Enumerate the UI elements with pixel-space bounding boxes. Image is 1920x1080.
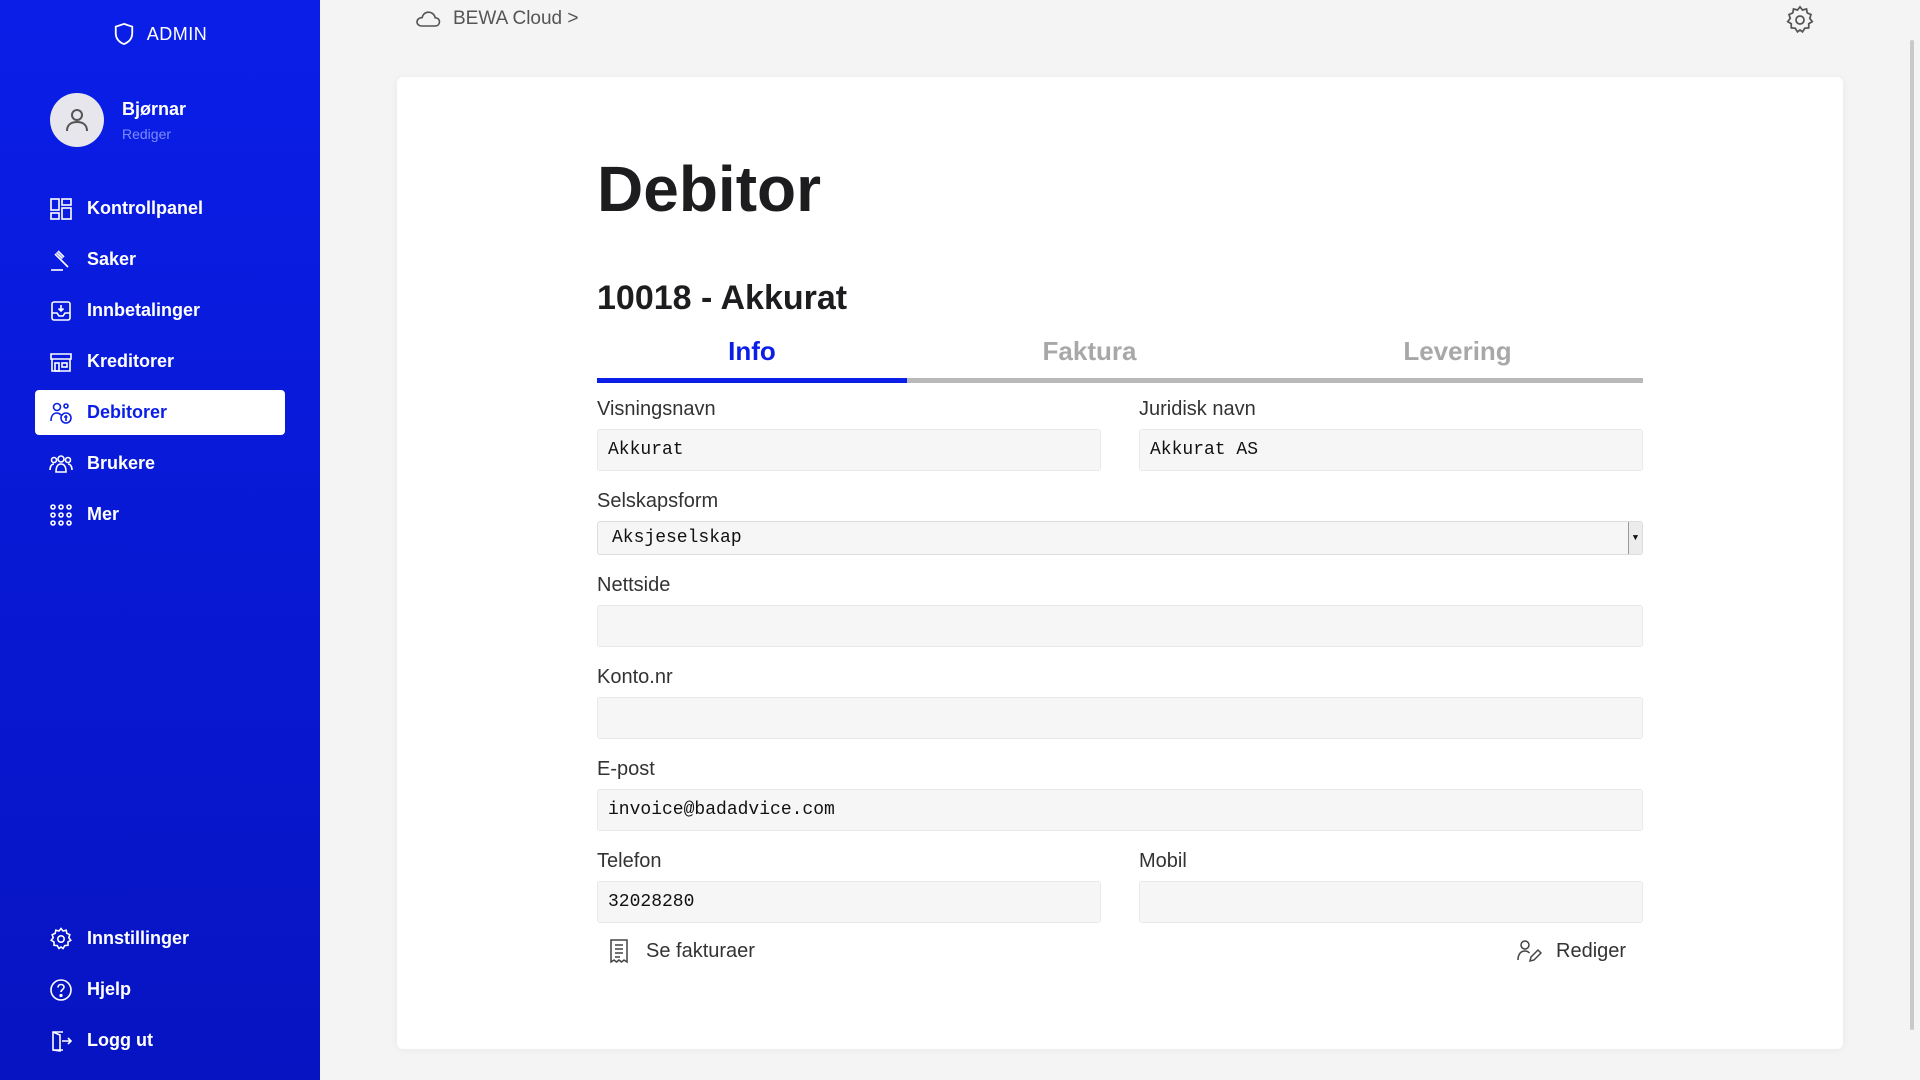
juridisk-navn-field[interactable]: Akkurat AS xyxy=(1139,429,1643,471)
page-title: Debitor xyxy=(597,153,821,225)
sidebar-item-debitorer[interactable]: Debitorer xyxy=(35,390,285,435)
shield-icon xyxy=(114,22,133,46)
tab-levering[interactable]: Levering xyxy=(1272,336,1643,367)
edit-profile-link[interactable]: Rediger xyxy=(122,126,186,142)
selskapsform-label: Selskapsform xyxy=(597,490,719,512)
visningsnavn-label: Visningsnavn xyxy=(597,398,716,420)
sidebar-item-innstillinger[interactable]: Innstillinger xyxy=(35,916,285,961)
debtor-icon xyxy=(50,402,72,424)
sidebar-item-saker[interactable]: Saker xyxy=(35,237,285,282)
sidebar-item-label: Innstillinger xyxy=(87,928,190,948)
mobil-label: Mobil xyxy=(1139,850,1187,872)
telefon-field[interactable]: 32028280 xyxy=(597,881,1101,923)
tab-faktura[interactable]: Faktura xyxy=(907,336,1272,367)
dashboard-icon xyxy=(50,197,72,220)
sidebar-item-label: Debitorer xyxy=(87,402,168,422)
sidebar-item-label: Mer xyxy=(87,504,120,524)
edit-label: Rediger xyxy=(1556,939,1627,962)
selskapsform-select[interactable]: Aksjeselskap ▼ xyxy=(597,521,1643,555)
epost-field[interactable]: invoice@badadvice.com xyxy=(597,789,1643,831)
gear-icon xyxy=(50,926,72,950)
edit-user-icon xyxy=(1517,940,1542,963)
breadcrumb-text[interactable]: BEWA Cloud > xyxy=(453,8,579,30)
selskapsform-value: Aksjeselskap xyxy=(612,528,742,548)
receipt-icon xyxy=(610,939,628,964)
mobil-field[interactable] xyxy=(1139,881,1643,923)
sidebar-item-kreditorer[interactable]: Kreditorer xyxy=(35,339,285,384)
user-profile[interactable]: Bjørnar Rediger xyxy=(50,93,186,147)
logout-icon xyxy=(52,1030,73,1052)
store-icon xyxy=(50,352,72,372)
users-icon xyxy=(49,454,73,473)
sidebar-item-label: Innbetalinger xyxy=(87,300,201,320)
sidebar-item-kontrollpanel[interactable]: Kontrollpanel xyxy=(35,186,285,231)
brand: ADMIN xyxy=(0,22,320,46)
epost-label: E-post xyxy=(597,758,655,780)
user-icon xyxy=(66,109,88,132)
sidebar-bottom-nav: Innstillinger Hjelp Logg ut xyxy=(35,916,285,1069)
sidebar-item-label: Brukere xyxy=(87,453,156,473)
sidebar-item-label: Kontrollpanel xyxy=(87,198,203,218)
tab-bar: Info Faktura Levering xyxy=(597,336,1643,384)
help-icon xyxy=(50,978,72,1001)
sidebar-item-label: Kreditorer xyxy=(87,351,175,371)
brand-label: ADMIN xyxy=(146,23,208,44)
sidebar-item-brukere[interactable]: Brukere xyxy=(35,441,285,486)
sidebar-item-label: Hjelp xyxy=(87,979,132,999)
avatar[interactable] xyxy=(50,93,104,147)
nettside-label: Nettside xyxy=(597,574,671,596)
edit-button[interactable]: Rediger xyxy=(1516,938,1626,964)
settings-gear-icon[interactable] xyxy=(1785,5,1815,35)
chevron-down-icon[interactable]: ▼ xyxy=(1628,522,1642,554)
sidebar-item-hjelp[interactable]: Hjelp xyxy=(35,967,285,1012)
juridisk-navn-label: Juridisk navn xyxy=(1139,398,1256,420)
konto-nr-field[interactable] xyxy=(597,697,1643,739)
sidebar-item-label: Logg ut xyxy=(87,1030,153,1050)
sidebar-nav: Kontrollpanel Saker Innbetalinger Kredit… xyxy=(35,186,285,543)
konto-nr-label: Konto.nr xyxy=(597,666,673,688)
debtor-title: 10018 - Akkurat xyxy=(597,279,848,317)
sidebar-item-logg-ut[interactable]: Logg ut xyxy=(35,1018,285,1063)
telefon-label: Telefon xyxy=(597,850,662,872)
visningsnavn-field[interactable]: Akkurat xyxy=(597,429,1101,471)
cloud-icon xyxy=(416,11,441,27)
see-invoices-button[interactable]: Se fakturaer xyxy=(606,938,755,964)
breadcrumb[interactable]: BEWA Cloud > xyxy=(415,8,579,30)
sidebar-item-label: Saker xyxy=(87,249,137,269)
sidebar: ADMIN Bjørnar Rediger Kontrollpanel Sake… xyxy=(0,0,320,1080)
user-name: Bjørnar xyxy=(122,98,187,119)
scrollbar[interactable] xyxy=(1910,40,1914,1030)
payment-icon xyxy=(51,300,71,321)
gavel-icon xyxy=(51,249,69,271)
sidebar-item-mer[interactable]: Mer xyxy=(35,492,285,537)
tab-active-indicator xyxy=(597,378,907,383)
nettside-field[interactable] xyxy=(597,605,1643,647)
see-invoices-label: Se fakturaer xyxy=(646,939,755,962)
tab-info[interactable]: Info xyxy=(597,336,907,367)
grid-icon xyxy=(50,503,72,526)
sidebar-item-innbetalinger[interactable]: Innbetalinger xyxy=(35,288,285,333)
